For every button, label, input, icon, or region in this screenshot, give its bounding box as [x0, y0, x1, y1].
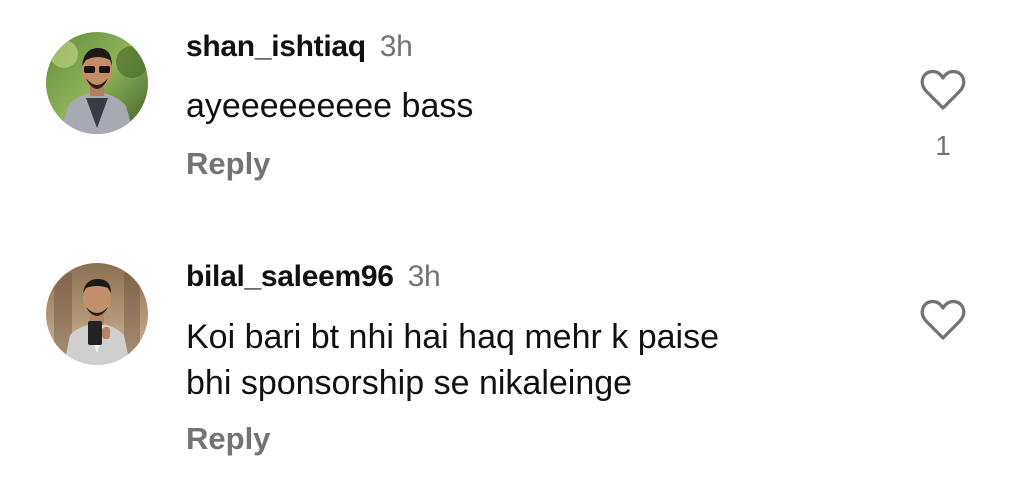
comment-text: ayeeeeeeeee bass	[186, 87, 474, 125]
user-photo-avatar-icon	[46, 263, 148, 365]
reply-button[interactable]: Reply	[186, 146, 270, 182]
avatar[interactable]	[46, 263, 148, 365]
heart-outline-icon	[920, 69, 966, 110]
heart-outline-icon	[920, 299, 966, 340]
comment-item: bilal_saleem96 3h Koi bari bt nhi hai haq…	[0, 230, 1024, 478]
user-photo-avatar-icon	[46, 32, 148, 134]
reply-button[interactable]: Reply	[186, 421, 270, 457]
timestamp: 3h	[379, 30, 413, 63]
like-count: 1	[935, 130, 951, 161]
username-link[interactable]: bilal_saleem96	[186, 260, 394, 293]
comment-header: bilal_saleem96 3h	[186, 260, 441, 294]
avatar[interactable]	[46, 32, 148, 134]
comment-list: shan_ishtiaq 3h ayeeeeeeeee bass Reply 1	[0, 0, 1024, 478]
comment-header: shan_ishtiaq 3h	[186, 30, 413, 64]
comment-item: shan_ishtiaq 3h ayeeeeeeeee bass Reply 1	[0, 0, 1024, 230]
like-button[interactable]	[919, 68, 967, 112]
timestamp: 3h	[407, 260, 441, 293]
comment-text: Koi bari bt nhi hai haq mehr k paise bhi…	[186, 318, 719, 402]
like-button[interactable]	[919, 298, 967, 342]
username-link[interactable]: shan_ishtiaq	[186, 30, 366, 63]
